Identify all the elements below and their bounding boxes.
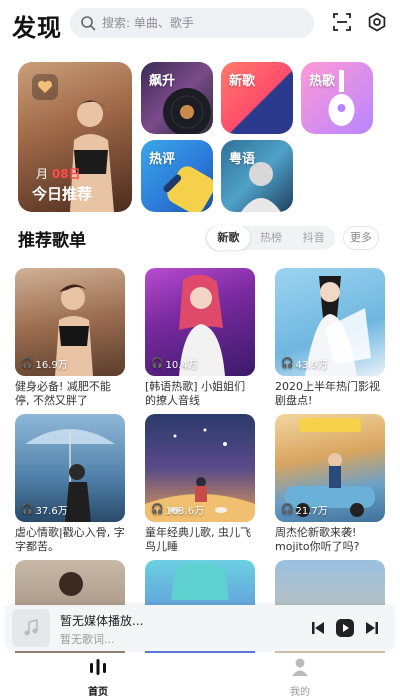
nav-home[interactable]: 首页: [68, 657, 128, 696]
category-hot-comments[interactable]: 热评: [141, 140, 213, 212]
nav-me-label: 我的: [290, 687, 310, 696]
music-note-icon: [12, 609, 50, 647]
date-label: 月 08日: [36, 167, 81, 181]
playlist-title: 虐心情歌|戳心入骨, 字字都苦。: [15, 526, 125, 553]
playlist-title: 周杰伦新歌来袭! mojito你听了吗?: [275, 526, 360, 553]
playlist-card[interactable]: 🎧 43.9万 2020上半年热门影视剧盘点!: [275, 268, 385, 408]
daily-recommend-label: 今日推荐: [32, 185, 93, 203]
header: 发现: [0, 0, 400, 46]
category-label: 热歌: [309, 74, 336, 89]
tab-new-songs[interactable]: 新歌: [207, 226, 250, 250]
category-soaring[interactable]: 飙升: [141, 62, 213, 134]
playlist-cover: 🎧 37.6万: [15, 414, 125, 522]
page-title: 发现: [12, 14, 62, 42]
headphones-icon: 🎧: [151, 504, 164, 515]
playlist-card[interactable]: 🎧 16.9万 健身必备! 减肥不能停, 不然又胖了: [15, 268, 125, 408]
search-bar[interactable]: [70, 8, 314, 38]
previous-icon: [312, 622, 324, 634]
category-cantonese[interactable]: 粤语: [221, 140, 293, 212]
playlist-title: [韩语热歌] 小姐姐们的撩人音线: [145, 380, 246, 407]
category-label: 粤语: [229, 152, 256, 167]
playlist-cover: 🎧 163.6万: [145, 414, 255, 522]
player-artist: 暂无歌词...: [60, 633, 115, 646]
previous-button[interactable]: [308, 618, 328, 638]
play-count: 🎧 37.6万: [21, 504, 68, 517]
category-label: 热评: [149, 152, 176, 167]
playlist-card[interactable]: 🎧 163.6万 童年经典儿歌, 虫儿飞鸟儿睡: [145, 414, 255, 554]
user-icon: [292, 658, 308, 676]
playlist-card[interactable]: 🎧 37.6万 虐心情歌|戳心入骨, 字字都苦。: [15, 414, 125, 554]
headphones-icon: 🎧: [21, 504, 34, 515]
headphones-icon: 🎧: [21, 358, 34, 369]
playlist-cover: 🎧 43.9万: [275, 268, 385, 376]
headphones-icon: 🎧: [281, 504, 294, 515]
section-title: 推荐歌单: [18, 231, 86, 251]
next-button[interactable]: [362, 618, 382, 638]
headphones-icon: 🎧: [281, 358, 294, 369]
playlist-title: 童年经典儿歌, 虫儿飞鸟儿睡: [145, 526, 251, 553]
play-icon: [336, 619, 354, 637]
headphones-icon: 🎧: [151, 358, 164, 369]
category-hot-songs[interactable]: 热歌: [301, 62, 373, 134]
more-button[interactable]: 更多: [343, 226, 379, 250]
play-count: 🎧 163.6万: [151, 504, 205, 517]
search-input[interactable]: [102, 16, 302, 30]
section-tabs: 新歌 热榜 抖音: [205, 226, 335, 250]
playlist-cover: 🎧 21.7万: [275, 414, 385, 522]
category-label: 新歌: [229, 74, 256, 89]
playlist-cover: 🎧 16.9万: [15, 268, 125, 376]
play-count: 🎧 21.7万: [281, 504, 328, 517]
playlist-card[interactable]: 🎧 10.4万 [韩语热歌] 小姐姐们的撩人音线: [145, 268, 255, 408]
playlist-title: 健身必备! 减肥不能停, 不然又胖了: [15, 380, 111, 407]
next-icon: [366, 622, 378, 634]
category-new-songs[interactable]: 新歌: [221, 62, 293, 134]
play-count: 🎧 16.9万: [21, 358, 68, 371]
play-button[interactable]: [334, 617, 356, 639]
scan-icon[interactable]: [330, 10, 354, 34]
category-label: 飙升: [149, 74, 176, 89]
playlist-card[interactable]: 🎧 21.7万 周杰伦新歌来袭! mojito你听了吗?: [275, 414, 385, 554]
tab-douyin[interactable]: 抖音: [292, 226, 335, 250]
play-count: 🎧 43.9万: [281, 358, 328, 371]
home-icon: [90, 659, 106, 675]
bottom-nav: 首页 我的: [0, 653, 400, 696]
player-title: 暂无媒体播放...: [60, 614, 144, 628]
tab-hot-chart[interactable]: 热榜: [250, 226, 293, 250]
playlist-cover: 🎧 10.4万: [145, 268, 255, 376]
playlist-title: 2020上半年热门影视剧盘点!: [275, 380, 380, 407]
settings-icon[interactable]: [365, 10, 389, 34]
daily-recommend-tile[interactable]: 月 08日 今日推荐: [18, 62, 132, 212]
nav-me[interactable]: 我的: [270, 657, 330, 696]
search-icon: [80, 15, 96, 31]
play-count: 🎧 10.4万: [151, 358, 198, 371]
nav-home-label: 首页: [88, 687, 108, 696]
mini-player[interactable]: 暂无媒体播放... 暂无歌词...: [6, 605, 394, 651]
